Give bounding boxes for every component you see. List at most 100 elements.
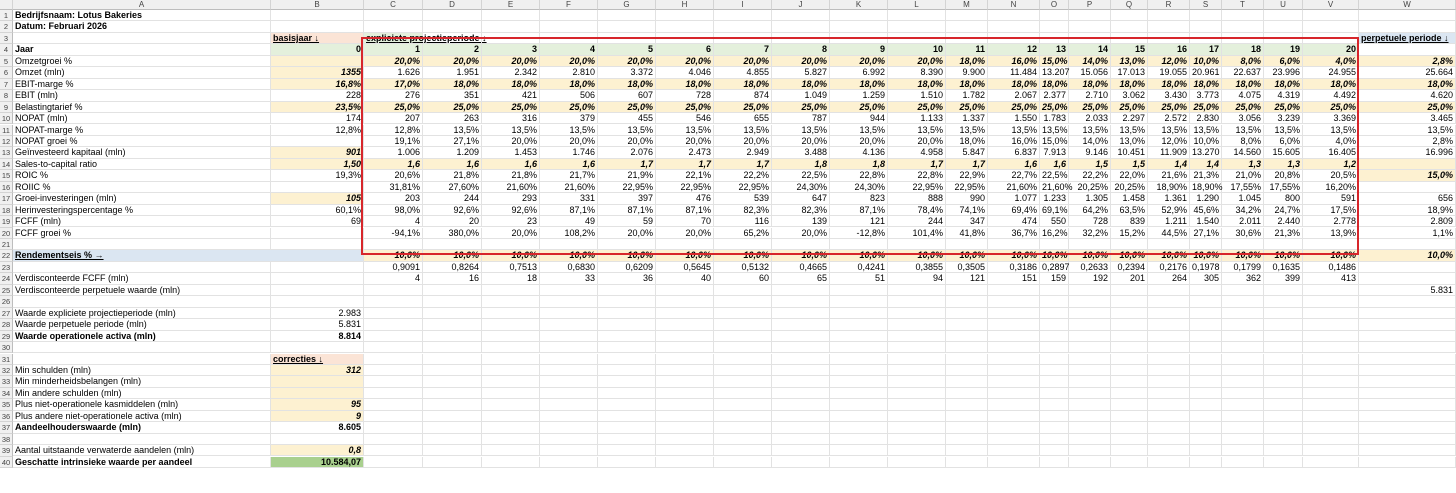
cell-g20[interactable]: 20,0% (598, 227, 656, 239)
cell-o33[interactable] (1040, 376, 1069, 388)
cell-g32[interactable] (598, 364, 656, 377)
cell-t15[interactable]: 21,0% (1222, 170, 1264, 182)
cell-q35[interactable] (1111, 399, 1148, 411)
cell-a7[interactable]: EBIT-marge % (13, 78, 271, 91)
cell-o39[interactable] (1040, 445, 1069, 457)
cell-i5[interactable]: 20,0% (714, 55, 772, 68)
cell-l21[interactable] (888, 239, 946, 251)
column-header-h[interactable]: H (656, 0, 714, 10)
cell-i38[interactable] (714, 433, 772, 446)
row-header-24[interactable]: 24 (0, 273, 13, 285)
cell-a29[interactable]: Waarde operationele activa (mln) (13, 330, 271, 342)
cell-s25[interactable] (1190, 284, 1222, 297)
row-header-1[interactable]: 1 (0, 10, 13, 22)
cell-w1[interactable] (1359, 10, 1456, 22)
cell-q5[interactable]: 13,0% (1111, 55, 1148, 68)
cell-s40[interactable] (1190, 456, 1222, 468)
cell-v17[interactable]: 591 (1303, 193, 1359, 205)
cell-s37[interactable] (1190, 422, 1222, 434)
cell-t34[interactable] (1222, 387, 1264, 400)
cell-s5[interactable]: 10,0% (1190, 55, 1222, 68)
cell-s6[interactable]: 20.961 (1190, 67, 1222, 79)
cell-i16[interactable]: 22,95% (714, 181, 772, 194)
cell-i36[interactable] (714, 410, 772, 423)
cell-k39[interactable] (830, 445, 888, 457)
cell-d16[interactable]: 27,60% (423, 181, 482, 194)
cell-a28[interactable]: Waarde perpetuele periode (mln) (13, 319, 271, 331)
cell-e37[interactable] (482, 422, 540, 434)
cell-l5[interactable]: 20,0% (888, 55, 946, 68)
cell-d27[interactable] (423, 307, 482, 320)
cell-v23[interactable]: 0,1486 (1303, 261, 1359, 274)
cell-n28[interactable] (988, 319, 1040, 331)
cell-a36[interactable]: Plus andere niet-operationele activa (ml… (13, 410, 271, 423)
cell-f4[interactable]: 4 (540, 44, 598, 56)
row-header-23[interactable]: 23 (0, 261, 13, 274)
row-header-25[interactable]: 25 (0, 284, 13, 297)
cell-w19[interactable]: 2.809 (1359, 216, 1456, 228)
cell-w10[interactable]: 3.465 (1359, 113, 1456, 125)
cell-m25[interactable] (946, 284, 988, 297)
cell-p14[interactable]: 1,5 (1069, 158, 1111, 171)
cell-s18[interactable]: 45,6% (1190, 204, 1222, 217)
cell-m16[interactable]: 22,95% (946, 181, 988, 194)
column-header-g[interactable]: G (598, 0, 656, 10)
cell-h24[interactable]: 40 (656, 273, 714, 285)
cell-p6[interactable]: 15.056 (1069, 67, 1111, 79)
cell-w12[interactable]: 2,8% (1359, 135, 1456, 148)
cell-l38[interactable] (888, 433, 946, 446)
row-header-7[interactable]: 7 (0, 78, 13, 91)
cell-v27[interactable] (1303, 307, 1359, 320)
cell-m33[interactable] (946, 376, 988, 388)
cell-j1[interactable] (772, 10, 830, 22)
cell-d8[interactable]: 351 (423, 90, 482, 102)
cell-e25[interactable] (482, 284, 540, 297)
cell-s29[interactable] (1190, 330, 1222, 342)
cell-s39[interactable] (1190, 445, 1222, 457)
cell-t33[interactable] (1222, 376, 1264, 388)
cell-d6[interactable]: 1.951 (423, 67, 482, 79)
cell-p18[interactable]: 64,2% (1069, 204, 1111, 217)
cell-m32[interactable] (946, 364, 988, 377)
cell-s13[interactable]: 13.270 (1190, 147, 1222, 159)
cell-f12[interactable]: 20,0% (540, 135, 598, 148)
cell-g37[interactable] (598, 422, 656, 434)
row-header-21[interactable]: 21 (0, 239, 13, 251)
cell-h9[interactable]: 25,0% (656, 101, 714, 113)
cell-w33[interactable] (1359, 376, 1456, 388)
cell-k29[interactable] (830, 330, 888, 342)
column-header-t[interactable]: T (1222, 0, 1264, 10)
cell-u34[interactable] (1264, 387, 1303, 400)
cell-a31[interactable] (13, 353, 271, 365)
cell-h4[interactable]: 6 (656, 44, 714, 56)
cell-p21[interactable] (1069, 239, 1111, 251)
cell-n8[interactable]: 2.067 (988, 90, 1040, 102)
cell-l31[interactable] (888, 353, 946, 365)
cell-r3[interactable] (1148, 32, 1190, 45)
cell-f22[interactable]: 10,0% (540, 250, 598, 262)
cell-s33[interactable] (1190, 376, 1222, 388)
cell-r9[interactable]: 25,0% (1148, 101, 1190, 113)
cell-u2[interactable] (1264, 21, 1303, 33)
cell-k31[interactable] (830, 353, 888, 365)
cell-t27[interactable] (1222, 307, 1264, 320)
cell-c17[interactable]: 203 (364, 193, 423, 205)
row-header-34[interactable]: 34 (0, 387, 13, 400)
cell-n24[interactable]: 151 (988, 273, 1040, 285)
cell-f35[interactable] (540, 399, 598, 411)
cell-d30[interactable] (423, 342, 482, 354)
cell-k37[interactable] (830, 422, 888, 434)
cell-r34[interactable] (1148, 387, 1190, 400)
cell-h5[interactable]: 20,0% (656, 55, 714, 68)
cell-m3[interactable] (946, 32, 988, 45)
cell-r11[interactable]: 13,5% (1148, 124, 1190, 136)
cell-u25[interactable] (1264, 284, 1303, 297)
cell-u10[interactable]: 3.239 (1264, 113, 1303, 125)
cell-b32[interactable]: 312 (271, 364, 364, 377)
cell-e10[interactable]: 316 (482, 113, 540, 125)
cell-b33[interactable] (271, 376, 364, 388)
cell-s10[interactable]: 2.830 (1190, 113, 1222, 125)
cell-i22[interactable]: 10,0% (714, 250, 772, 262)
cell-v33[interactable] (1303, 376, 1359, 388)
cell-j11[interactable]: 13,5% (772, 124, 830, 136)
